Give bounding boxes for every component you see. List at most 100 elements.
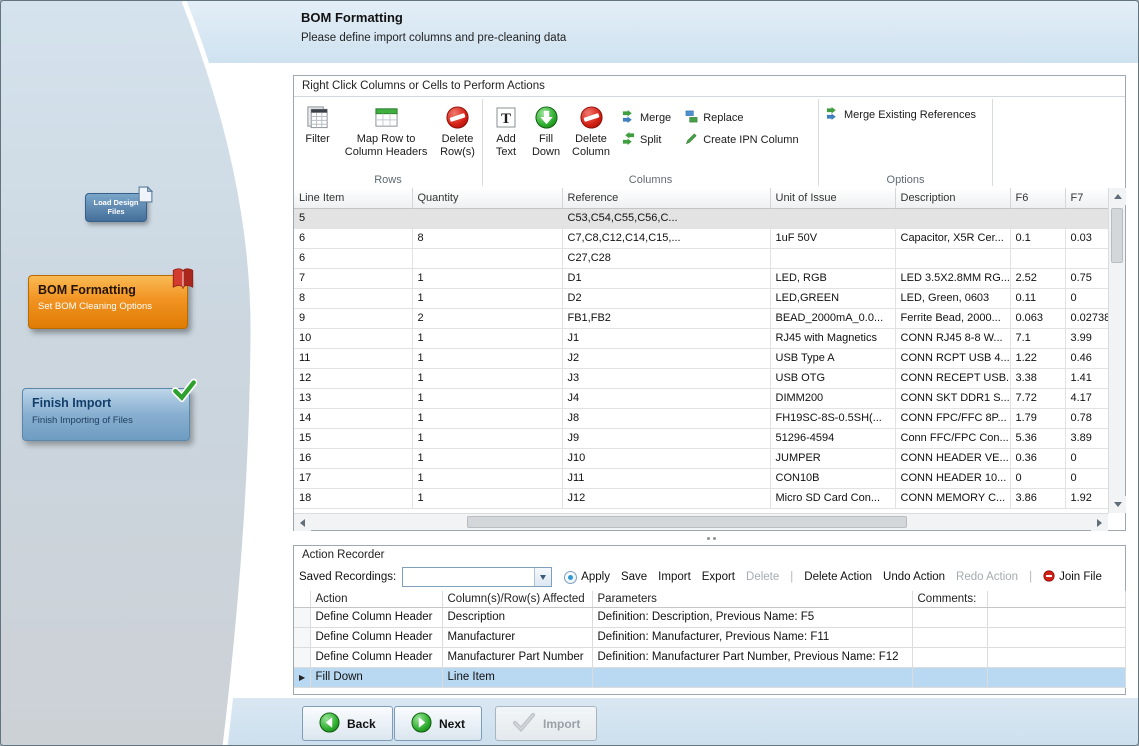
grid-cell[interactable]: 0.75 xyxy=(1065,268,1110,288)
grid-cell[interactable]: DIMM200 xyxy=(770,388,895,408)
column-header[interactable]: Unit of Issue xyxy=(770,188,895,208)
column-header[interactable]: Quantity xyxy=(412,188,562,208)
grid-cell[interactable]: 11 xyxy=(294,348,412,368)
grid-cell[interactable]: 7 xyxy=(294,268,412,288)
table-row[interactable]: 181J12Micro SD Card Con...CONN MEMORY C.… xyxy=(294,488,1110,508)
delete-rows-button[interactable]: Delete Row(s) xyxy=(435,102,480,158)
grid-cell[interactable]: 0.11 xyxy=(1010,288,1065,308)
merge-existing-references-button[interactable]: Merge Existing References xyxy=(819,104,992,126)
vertical-scrollbar[interactable] xyxy=(1108,188,1125,513)
table-row[interactable]: 81D2LED,GREENLED, Green, 06030.110 xyxy=(294,288,1110,308)
merge-button[interactable]: Merge xyxy=(615,107,678,129)
wizard-step-bom-formatting[interactable]: BOM Formatting Set BOM Cleaning Options xyxy=(28,275,188,329)
table-row[interactable]: 111J2USB Type ACONN RCPT USB 4...1.220.4… xyxy=(294,348,1110,368)
grid-cell[interactable]: 1 xyxy=(412,288,562,308)
create-ipn-column-button[interactable]: Create IPN Column xyxy=(678,129,805,151)
grid-cell[interactable]: 1.41 xyxy=(1065,368,1110,388)
table-row[interactable]: 151J951296-4594Conn FFC/FPC Con...5.363.… xyxy=(294,428,1110,448)
table-row[interactable]: 141J8FH19SC-8S-0.5SH(...CONN FPC/FFC 8P.… xyxy=(294,408,1110,428)
grid-cell[interactable]: 1.79 xyxy=(1010,408,1065,428)
table-row[interactable]: 171J11CON10BCONN HEADER 10...00 xyxy=(294,468,1110,488)
wizard-step-finish-import[interactable]: Finish Import Finish Importing of Files xyxy=(22,388,190,441)
map-row-to-column-headers-button[interactable]: Map Row to Column Headers xyxy=(337,102,435,158)
grid-cell[interactable]: 4.17 xyxy=(1065,388,1110,408)
grid-cell[interactable]: 3.38 xyxy=(1010,368,1065,388)
grid-cell[interactable]: 15 xyxy=(294,428,412,448)
grid-cell[interactable]: 7.72 xyxy=(1010,388,1065,408)
grid-cell[interactable]: J11 xyxy=(562,468,770,488)
grid-cell[interactable]: 1uF 50V xyxy=(770,228,895,248)
grid-cell[interactable]: 13 xyxy=(294,388,412,408)
grid-cell[interactable]: J9 xyxy=(562,428,770,448)
row-selector[interactable] xyxy=(294,607,310,627)
grid-cell[interactable] xyxy=(770,248,895,268)
action-cell[interactable]: Definition: Description, Previous Name: … xyxy=(592,607,912,627)
grid-cell[interactable]: 3.86 xyxy=(1010,488,1065,508)
grid-cell[interactable]: 3.89 xyxy=(1065,428,1110,448)
grid-cell[interactable]: CONN RECEPT USB... xyxy=(895,368,1010,388)
grid-cell[interactable]: CONN SKT DDR1 S... xyxy=(895,388,1010,408)
grid-cell[interactable]: 0.063 xyxy=(1010,308,1065,328)
fill-down-button[interactable]: Fill Down xyxy=(525,102,567,158)
table-row[interactable]: 6C27,C28 xyxy=(294,248,1110,268)
horizontal-scrollbar[interactable] xyxy=(294,513,1108,530)
row-selector[interactable] xyxy=(294,647,310,667)
grid-cell[interactable]: RJ45 with Magnetics xyxy=(770,328,895,348)
scroll-up-button[interactable] xyxy=(1109,188,1126,205)
grid-cell[interactable]: 0 xyxy=(1065,448,1110,468)
column-header[interactable]: F6 xyxy=(1010,188,1065,208)
grid-cell[interactable]: J4 xyxy=(562,388,770,408)
grid-cell[interactable]: 5 xyxy=(294,208,412,228)
grid-cell[interactable]: C53,C54,C55,C56,C... xyxy=(562,208,770,228)
vertical-scroll-thumb[interactable] xyxy=(1111,208,1123,263)
grid-cell[interactable] xyxy=(1010,208,1065,228)
column-header[interactable]: Description xyxy=(895,188,1010,208)
grid-cell[interactable]: 0 xyxy=(1065,288,1110,308)
grid-cell[interactable]: 0.78 xyxy=(1065,408,1110,428)
grid-cell[interactable] xyxy=(1010,248,1065,268)
scroll-right-button[interactable] xyxy=(1091,514,1108,531)
back-button[interactable]: Back xyxy=(302,706,393,741)
grid-cell[interactable]: CONN HEADER VE... xyxy=(895,448,1010,468)
grid-cell[interactable]: 1 xyxy=(412,368,562,388)
grid-cell[interactable]: D2 xyxy=(562,288,770,308)
grid-cell[interactable]: J3 xyxy=(562,368,770,388)
grid-cell[interactable]: Capacitor, X5R Cer... xyxy=(895,228,1010,248)
grid-cell[interactable]: LED,GREEN xyxy=(770,288,895,308)
apply-radio[interactable] xyxy=(564,571,577,584)
action-cell[interactable] xyxy=(912,667,987,687)
table-row[interactable]: 131J4DIMM200CONN SKT DDR1 S...7.724.17 xyxy=(294,388,1110,408)
apply-label[interactable]: Apply xyxy=(581,571,610,583)
action-row[interactable]: Define Column HeaderManufacturerDefiniti… xyxy=(294,627,1125,647)
row-selector[interactable] xyxy=(294,627,310,647)
grid-cell[interactable]: 6 xyxy=(294,248,412,268)
grid-cell[interactable]: 12 xyxy=(294,368,412,388)
splitter-handle[interactable] xyxy=(701,535,721,541)
column-header[interactable]: Line Item xyxy=(294,188,412,208)
action-cell[interactable]: Definition: Manufacturer Part Number, Pr… xyxy=(592,647,912,667)
action-cell[interactable]: Line Item xyxy=(442,667,592,687)
grid-cell[interactable] xyxy=(895,248,1010,268)
grid-cell[interactable]: 51296-4594 xyxy=(770,428,895,448)
action-cell[interactable] xyxy=(912,647,987,667)
action-row[interactable]: Fill DownLine Item xyxy=(294,667,1125,687)
grid-cell[interactable]: 8 xyxy=(294,288,412,308)
grid-cell[interactable]: USB Type A xyxy=(770,348,895,368)
action-cell[interactable]: Define Column Header xyxy=(310,627,442,647)
grid-cell[interactable]: JUMPER xyxy=(770,448,895,468)
grid-cell[interactable]: 1 xyxy=(412,488,562,508)
grid-cell[interactable]: BEAD_2000mA_0.0... xyxy=(770,308,895,328)
grid-cell[interactable]: 6 xyxy=(294,228,412,248)
action-cell[interactable] xyxy=(912,627,987,647)
grid-cell[interactable]: 0.03 xyxy=(1065,228,1110,248)
grid-cell[interactable]: 18 xyxy=(294,488,412,508)
grid-cell[interactable]: USB OTG xyxy=(770,368,895,388)
grid-cell[interactable] xyxy=(412,248,562,268)
grid-cell[interactable]: CONN RCPT USB 4... xyxy=(895,348,1010,368)
import-button[interactable]: Import xyxy=(495,706,597,741)
export-command[interactable]: Export xyxy=(702,571,735,583)
grid-cell[interactable]: D1 xyxy=(562,268,770,288)
grid-cell[interactable]: Ferrite Bead, 2000... xyxy=(895,308,1010,328)
grid-cell[interactable]: 9 xyxy=(294,308,412,328)
grid-cell[interactable]: 0 xyxy=(1065,468,1110,488)
